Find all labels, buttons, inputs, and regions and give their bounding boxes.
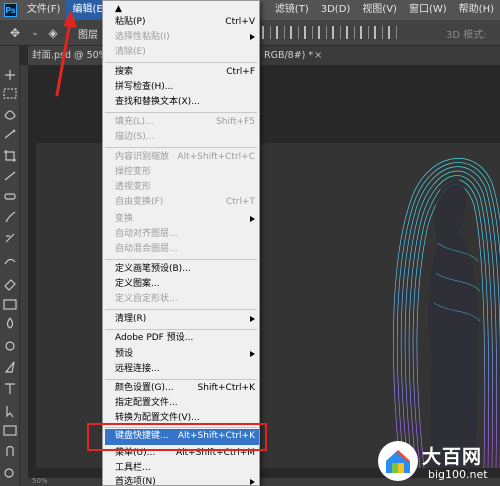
align-top-icon[interactable] [304, 26, 313, 39]
toolbox-icons [3, 70, 17, 478]
pen-tool-icon [4, 361, 15, 373]
particle-figure-image [393, 158, 500, 468]
align-icons[interactable] [262, 26, 397, 39]
marquee-tool-icon [3, 88, 17, 99]
healing-brush-icon [4, 193, 16, 200]
menu-item-auto-align-layers[interactable]: 自动对齐图层... [115, 227, 259, 242]
gradient-tool-icon [3, 299, 17, 310]
lasso-tool-icon [4, 110, 16, 120]
menu-separator [105, 112, 257, 113]
menu-item-transform[interactable]: 变换 [115, 212, 259, 227]
edit-menu-dropdown: ▲ 粘贴(P) Ctrl+V 选择性粘贴(I) 清除(E) 搜索 Ctrl+F 拼写… [102, 0, 260, 486]
brush-tool-icon [5, 211, 16, 223]
hand-tool-icon [6, 445, 14, 456]
menu-item-paste[interactable]: 粘贴(P) Ctrl+V [115, 15, 259, 30]
menu-item-presets[interactable]: 预设 [115, 347, 259, 362]
menu-file[interactable]: 文件(F) [21, 0, 67, 20]
menu-item-define-custom-shape[interactable]: 定义自定形状... [115, 292, 259, 307]
menu-separator [105, 62, 257, 63]
history-brush-icon [4, 258, 16, 265]
menu-item-auto-blend-layers[interactable]: 自动混合图层... [115, 242, 259, 257]
blur-tool-icon [6, 317, 14, 329]
menu-help[interactable]: 帮助(H) [453, 0, 500, 20]
tab-document-2[interactable]: RGB/8#) * [260, 46, 317, 65]
menu-item-fill[interactable]: 填充(L)... Shift+F5 [115, 115, 259, 130]
house-logo-icon [386, 450, 410, 473]
menu-item-perspective-warp[interactable]: 透视变形 [115, 180, 259, 195]
layer-label[interactable]: 图层 [78, 26, 98, 41]
more-options-icon[interactable] [388, 26, 397, 39]
distribute-h-icon[interactable] [360, 26, 369, 39]
align-left-icon[interactable] [262, 26, 271, 39]
align-right-icon[interactable] [290, 26, 299, 39]
eraser-icon [4, 279, 16, 291]
menu-separator [105, 259, 257, 260]
photoshop-logo: Ps [4, 3, 17, 17]
chevron-down-icon[interactable]: ⌄ [26, 24, 44, 42]
dodge-tool-icon [5, 341, 15, 351]
menu-item-puppet-warp[interactable]: 操控变形 [115, 165, 259, 180]
toolbox [0, 46, 20, 486]
menu-item-purge[interactable]: 清理(R) [115, 312, 259, 327]
zoom-tool-icon [4, 468, 14, 478]
clone-stamp-icon [5, 233, 15, 243]
mode-3d-label: 3D 模式: [446, 30, 487, 41]
magic-wand-icon [4, 129, 16, 139]
auto-select-icon[interactable]: ◈ [44, 24, 62, 42]
menu-item-content-aware-scale[interactable]: 内容识别缩放 Alt+Shift+Ctrl+C [115, 150, 259, 165]
menu-item-define-pattern[interactable]: 定义图案... [115, 277, 259, 292]
menu-item-free-transform[interactable]: 自由变换(F) Ctrl+T [115, 195, 259, 210]
move-tool-icon[interactable]: ✥ [6, 24, 24, 42]
menu-item-stroke[interactable]: 描边(S)... [115, 130, 259, 145]
menu-view[interactable]: 视图(V) [356, 0, 403, 20]
menu-item-search[interactable]: 搜索 Ctrl+F [115, 65, 259, 80]
menu-filter[interactable]: 滤镜(T) [269, 0, 315, 20]
vertical-ruler [20, 65, 28, 486]
watermark-logo [378, 441, 418, 481]
zoom-level: 50% [32, 477, 48, 485]
site-watermark: 大百网 big100.net [378, 441, 498, 483]
menu-window[interactable]: 窗口(W) [403, 0, 453, 20]
tab-document-1[interactable]: 封面.psd @ 50% [28, 46, 112, 65]
watermark-url: big100.net [428, 468, 488, 481]
menu-item-paste-special[interactable]: 选择性粘贴(I) [115, 30, 259, 45]
menu-item-preferences[interactable]: 首选项(N) [115, 475, 259, 486]
menu-item-define-brush[interactable]: 定义画笔预设(B)... [115, 262, 259, 277]
type-tool-icon [5, 383, 15, 394]
move-tool-icon [5, 70, 15, 80]
menu-item-remote-connections[interactable]: 远程连接... [115, 362, 259, 377]
annotation-highlight-box [87, 423, 267, 451]
menu-separator [105, 329, 257, 330]
menu-3d[interactable]: 3D(D) [315, 0, 357, 20]
menu-item-spell-check[interactable]: 拼写检查(H)... [115, 80, 259, 95]
crop-tool-icon [4, 150, 16, 162]
menu-separator [105, 379, 257, 380]
path-select-icon [6, 406, 14, 418]
align-center-icon[interactable] [276, 26, 285, 39]
eyedropper-icon [4, 171, 16, 181]
distribute-icon[interactable] [346, 26, 355, 39]
align-bottom-icon[interactable] [332, 26, 341, 39]
watermark-title: 大百网 [422, 446, 483, 468]
distribute-v-icon[interactable] [374, 26, 383, 39]
menu-item-color-settings[interactable]: 颜色设置(G)... Shift+Ctrl+K [115, 381, 259, 396]
menu-separator [105, 147, 257, 148]
close-tab-icon[interactable]: × [314, 46, 322, 65]
menu-separator [105, 309, 257, 310]
menu-item-assign-profile[interactable]: 指定配置文件... [115, 396, 259, 411]
menu-item-toolbar[interactable]: 工具栏... [115, 461, 259, 476]
rectangle-tool-icon [3, 425, 17, 436]
document-tabs: 封面.psd @ 50% RGB/8#) * × [28, 46, 500, 65]
menu-item-clear[interactable]: 清除(E) [115, 45, 259, 60]
menu-item-find-replace[interactable]: 查找和替换文本(X)... [115, 95, 259, 110]
align-middle-icon[interactable] [318, 26, 327, 39]
menu-item-adobe-pdf-presets[interactable]: Adobe PDF 预设... [115, 331, 259, 346]
